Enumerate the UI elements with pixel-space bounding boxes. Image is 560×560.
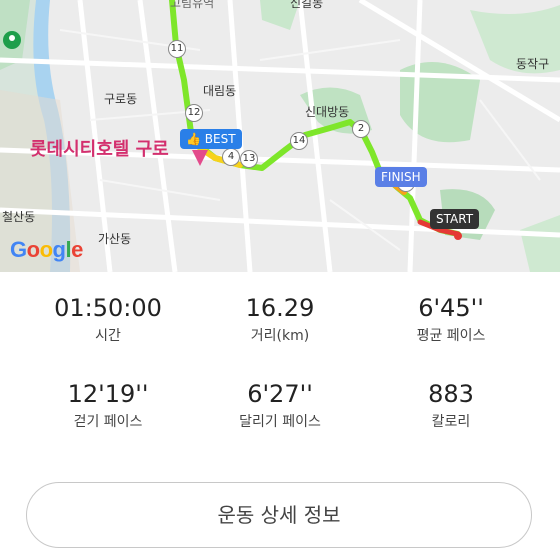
logo-letter: o <box>26 237 40 262</box>
stat-avg-pace-label: 평균 페이스 <box>416 328 486 344</box>
logo-letter: G <box>10 237 27 262</box>
stat-avg-pace: 6'45'' 평균 페이스 <box>358 290 544 346</box>
stat-walk-pace: 12'19'' 걷기 페이스 <box>15 376 201 432</box>
stat-avg-pace-value: 6'45'' <box>418 294 484 322</box>
map-label-singil: 신길동 <box>290 0 324 10</box>
stat-run-pace-value: 6'27'' <box>247 380 313 408</box>
stats-grid: 01:50:00 시간 16.29 거리(km) 6'45'' 평균 페이스 1… <box>0 290 560 462</box>
km-marker-13: 13 <box>240 150 258 168</box>
map-label-gasan: 가산동 <box>98 232 132 246</box>
km-marker-4: 4 <box>222 148 240 166</box>
google-logo: Google <box>10 237 83 263</box>
stat-distance-label: 거리(km) <box>250 328 310 344</box>
km-marker-14: 14 <box>290 132 308 150</box>
poi-label-hotel[interactable]: 롯데시티호텔 구로 <box>30 135 169 161</box>
km-marker-12: 12 <box>185 104 203 122</box>
start-badge: START <box>430 209 480 229</box>
map-label-dongjak: 동작구 <box>516 57 550 71</box>
best-badge: 👍 BEST <box>180 129 242 149</box>
km-marker-2: 2 <box>352 120 370 138</box>
stat-distance: 16.29 거리(km) <box>187 290 373 346</box>
map-label-guro: 구로동 <box>104 92 138 106</box>
stat-distance-value: 16.29 <box>245 294 315 322</box>
finish-badge: FINISH <box>375 167 427 187</box>
stat-calories: 883 칼로리 <box>358 376 544 432</box>
stats-row-2: 12'19'' 걷기 페이스 6'27'' 달리기 페이스 883 칼로리 <box>0 376 560 462</box>
map-label-daerim: 대림동 <box>203 84 237 98</box>
best-badge-label: BEST <box>204 132 236 146</box>
km-marker-11: 11 <box>168 40 186 58</box>
stat-calories-value: 883 <box>428 380 474 408</box>
map-label-top: 고림유역 <box>170 0 215 10</box>
map-label-sindaebang: 신대방동 <box>305 105 350 119</box>
map-label-cheolsan: 철산동 <box>2 210 36 224</box>
stat-time-value: 01:50:00 <box>54 294 162 322</box>
logo-letter: g <box>52 237 66 262</box>
workout-summary-screen: 고림유역 신길동 구로동 대림동 신대방동 철산동 가산동 동작구 롯데시티호텔… <box>0 0 560 560</box>
stats-row-1: 01:50:00 시간 16.29 거리(km) 6'45'' 평균 페이스 <box>0 290 560 376</box>
logo-letter: o <box>39 237 53 262</box>
workout-detail-button[interactable]: 운동 상세 정보 <box>26 482 532 548</box>
logo-letter: e <box>71 237 83 262</box>
stat-calories-label: 칼로리 <box>431 414 471 430</box>
stat-time: 01:50:00 시간 <box>15 290 201 346</box>
route-map[interactable]: 고림유역 신길동 구로동 대림동 신대방동 철산동 가산동 동작구 롯데시티호텔… <box>0 0 560 272</box>
stat-walk-pace-label: 걷기 페이스 <box>73 414 143 430</box>
stat-walk-pace-value: 12'19'' <box>67 380 149 408</box>
stat-time-label: 시간 <box>95 328 121 344</box>
stat-run-pace-label: 달리기 페이스 <box>239 414 321 430</box>
stat-run-pace: 6'27'' 달리기 페이스 <box>187 376 373 432</box>
